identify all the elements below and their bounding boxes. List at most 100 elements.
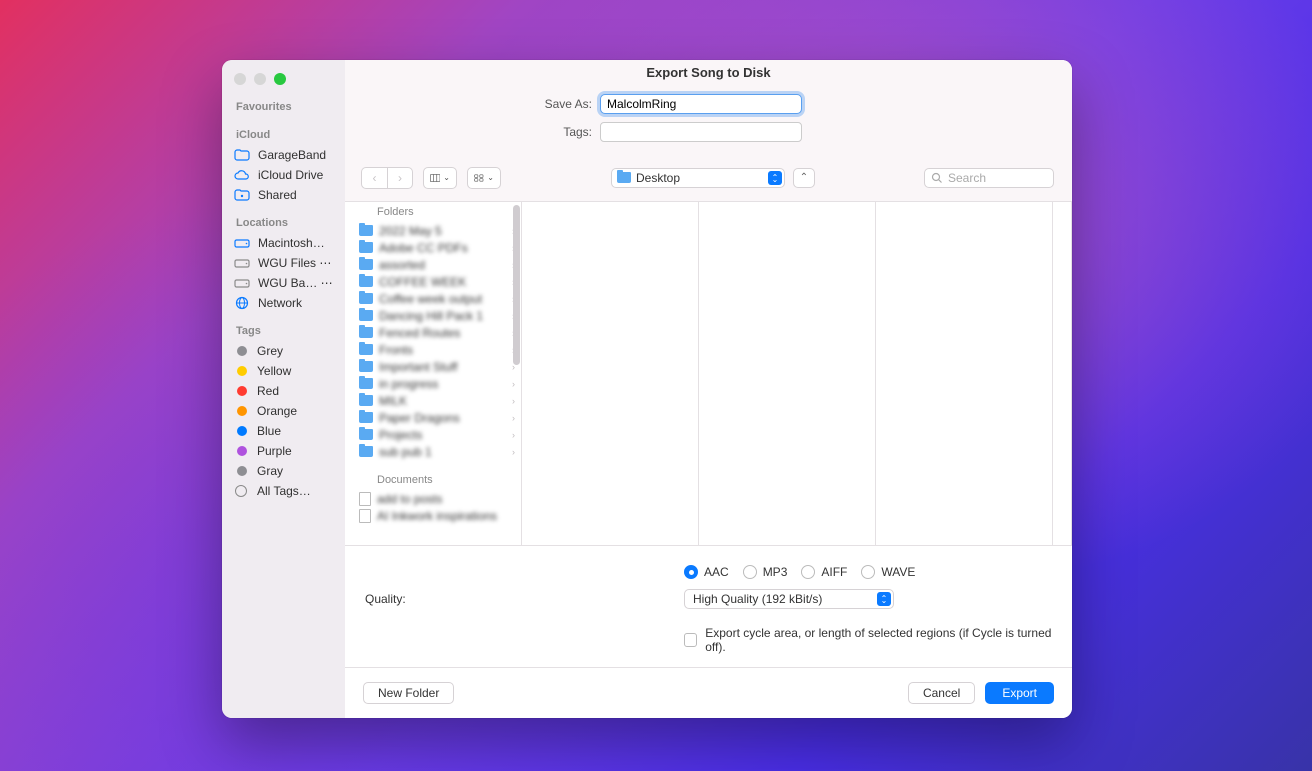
sidebar-item-label: WGU Files ⋯ xyxy=(258,256,331,270)
file-browser: Folders 2022 May 5›Adobe CC PDFs›assorte… xyxy=(345,202,1072,546)
sidebar-item[interactable]: WGU Ba… ⋯ xyxy=(222,273,345,293)
location-popup[interactable]: Desktop xyxy=(611,168,785,188)
export-button[interactable]: Export xyxy=(985,682,1054,704)
format-radio-aiff[interactable]: AIFF xyxy=(801,565,847,579)
format-radio-wave[interactable]: WAVE xyxy=(861,565,915,579)
sidebar-item[interactable]: Yellow xyxy=(222,361,345,381)
nav-forward-button[interactable]: › xyxy=(387,167,413,189)
sidebar-item-label: Shared xyxy=(258,188,297,202)
sidebar-item-label: Purple xyxy=(257,444,292,458)
document-row[interactable]: add to posts xyxy=(345,490,521,507)
folder-row[interactable]: 2022 May 5› xyxy=(345,222,521,239)
nav-back-button[interactable]: ‹ xyxy=(361,167,387,189)
folder-icon xyxy=(359,259,373,270)
folder-name: assorted xyxy=(379,258,425,272)
sidebar-item[interactable]: All Tags… xyxy=(222,481,345,501)
sidebar-item[interactable]: Grey xyxy=(222,341,345,361)
chevron-down-icon: ⌄ xyxy=(487,173,494,182)
collapse-button[interactable]: ⌃ xyxy=(793,168,815,188)
column-header-documents: Documents xyxy=(345,470,521,490)
radio-dot-icon xyxy=(743,565,757,579)
quality-select[interactable]: High Quality (192 kBit/s) xyxy=(684,589,894,609)
folder-row[interactable]: assorted› xyxy=(345,256,521,273)
document-row[interactable]: AI Inkwork inspirations xyxy=(345,507,521,524)
folder-row[interactable]: Paper Dragons› xyxy=(345,409,521,426)
tags-input[interactable] xyxy=(600,122,802,142)
quality-label: Quality: xyxy=(365,592,421,606)
folder-name: sub pub 1 xyxy=(379,445,432,459)
folder-row[interactable]: Coffee week output› xyxy=(345,290,521,307)
folder-icon xyxy=(359,395,373,406)
folder-name: Important Stuff xyxy=(379,360,458,374)
cancel-button[interactable]: Cancel xyxy=(908,682,975,704)
dialog-footer: New Folder Cancel Export xyxy=(345,667,1072,718)
browser-column-2[interactable] xyxy=(522,202,699,545)
format-radio-mp3[interactable]: MP3 xyxy=(743,565,788,579)
folder-icon xyxy=(359,276,373,287)
folder-icon xyxy=(359,412,373,423)
new-folder-button[interactable]: New Folder xyxy=(363,682,454,704)
folder-row[interactable]: Projects› xyxy=(345,426,521,443)
folder-icon xyxy=(234,148,250,162)
browser-column-1[interactable]: Folders 2022 May 5›Adobe CC PDFs›assorte… xyxy=(345,202,522,545)
minimize-traffic-light[interactable] xyxy=(254,73,266,85)
sidebar-item[interactable]: Blue xyxy=(222,421,345,441)
sidebar-item[interactable]: Shared xyxy=(222,185,345,205)
sidebar-item[interactable]: GarageBand xyxy=(222,145,345,165)
chevron-left-icon: ‹ xyxy=(373,171,377,185)
nav-buttons: ‹ › xyxy=(361,167,413,189)
browser-toolbar: ‹ › ⌄ ⌄ Desktop ⌃ Search xyxy=(345,154,1072,202)
globe-icon xyxy=(234,296,250,310)
view-mode-button[interactable]: ⌄ xyxy=(423,167,457,189)
folder-row[interactable]: COFFEE WEEK› xyxy=(345,273,521,290)
sidebar-item-label: Grey xyxy=(257,344,283,358)
folder-row[interactable]: Dancing Hill Pack 1› xyxy=(345,307,521,324)
browser-column-3[interactable] xyxy=(699,202,876,545)
save-as-input[interactable] xyxy=(600,94,802,114)
folder-row[interactable]: Adobe CC PDFs› xyxy=(345,239,521,256)
column-scrollbar[interactable] xyxy=(513,205,520,365)
folder-row[interactable]: Fenced Routes› xyxy=(345,324,521,341)
sidebar-item-label: Network xyxy=(258,296,302,310)
browser-column-5[interactable] xyxy=(1053,202,1072,545)
folder-icon xyxy=(359,378,373,389)
format-label: MP3 xyxy=(763,565,788,579)
browser-column-4[interactable] xyxy=(876,202,1053,545)
sidebar-item[interactable]: Red xyxy=(222,381,345,401)
close-traffic-light[interactable] xyxy=(234,73,246,85)
folder-row[interactable]: Fronts› xyxy=(345,341,521,358)
sidebar-item[interactable]: Purple xyxy=(222,441,345,461)
sidebar-item[interactable]: Gray xyxy=(222,461,345,481)
format-radio-aac[interactable]: AAC xyxy=(684,565,729,579)
search-field[interactable]: Search xyxy=(924,168,1054,188)
folder-icon xyxy=(359,446,373,457)
sidebar-item-label: Yellow xyxy=(257,364,291,378)
tags-label: Tags: xyxy=(345,125,600,139)
folder-row[interactable]: in progress› xyxy=(345,375,521,392)
stepper-icon xyxy=(877,592,891,606)
sidebar-item[interactable]: Orange xyxy=(222,401,345,421)
sidebar-item[interactable]: WGU Files ⋯ xyxy=(222,253,345,273)
folder-icon xyxy=(359,344,373,355)
shared-icon xyxy=(234,188,250,202)
group-button[interactable]: ⌄ xyxy=(467,167,501,189)
folder-row[interactable]: sub pub 1› xyxy=(345,443,521,460)
folder-row[interactable]: MILK› xyxy=(345,392,521,409)
folder-icon xyxy=(359,429,373,440)
grid-icon xyxy=(474,171,484,185)
alltags-icon xyxy=(235,485,247,497)
sidebar-item[interactable]: Network xyxy=(222,293,345,313)
radio-dot-icon xyxy=(861,565,875,579)
format-label: WAVE xyxy=(881,565,915,579)
sidebar-item-label: GarageBand xyxy=(258,148,326,162)
sidebar-item-label: iCloud Drive xyxy=(258,168,323,182)
sidebar-item-label: Macintosh… xyxy=(258,236,325,250)
cycle-checkbox[interactable] xyxy=(684,633,697,647)
sidebar-item[interactable]: Macintosh… xyxy=(222,233,345,253)
tag-dot-icon xyxy=(237,366,247,376)
save-form: Save As: Tags: xyxy=(345,86,1072,154)
folder-row[interactable]: Important Stuff› xyxy=(345,358,521,375)
folder-name: Dancing Hill Pack 1 xyxy=(379,309,483,323)
zoom-traffic-light[interactable] xyxy=(274,73,286,85)
sidebar-item[interactable]: iCloud Drive xyxy=(222,165,345,185)
